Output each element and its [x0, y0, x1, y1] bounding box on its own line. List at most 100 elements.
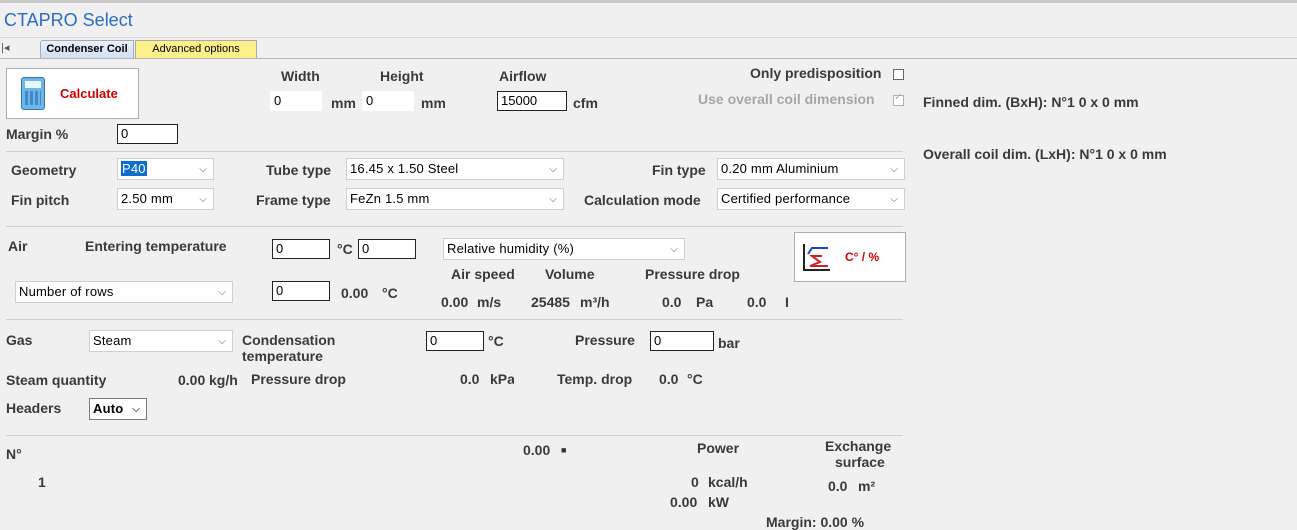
- geometry-label: Geometry: [11, 162, 77, 178]
- overall-dim-text: Overall coil dim. (LxH): N°1 0 x 0 mm: [923, 146, 1167, 162]
- gas-pressure-drop-unit: kPa: [490, 371, 514, 387]
- results-n-value: 1: [38, 474, 46, 490]
- temp-drop-unit: °C: [687, 371, 703, 387]
- calculate-label: Calculate: [60, 86, 118, 101]
- condensation-temp-input[interactable]: 0: [426, 331, 484, 351]
- rows-mode-value: Number of rows: [19, 284, 114, 299]
- calc-mode-select[interactable]: Certified performance ⌵: [717, 188, 905, 210]
- gas-pressure-drop-value: 0.0: [460, 371, 480, 387]
- fin-type-select[interactable]: 0.20 mm Aluminium ⌵: [717, 158, 905, 180]
- fin-type-label: Fin type: [652, 162, 706, 178]
- results-mid-unit: ■: [561, 445, 567, 455]
- section-divider: [6, 435, 903, 436]
- exchange-surface-label-2: surface: [835, 454, 885, 470]
- section-divider: [6, 151, 903, 152]
- leaving-temp-unit: °C: [382, 285, 398, 301]
- power-kw-value: 0.00: [670, 494, 698, 510]
- humidity-mode-select[interactable]: Relative humidity (%) ⌵: [443, 238, 685, 260]
- chevron-down-icon: ⌵: [132, 404, 140, 415]
- window-top-border: [0, 0, 1297, 3]
- tube-type-label: Tube type: [266, 162, 332, 178]
- margin-label: Margin %: [6, 126, 69, 142]
- rows-input[interactable]: 0: [272, 281, 330, 301]
- calc-mode-value: Certified performance: [721, 191, 851, 206]
- only-predisposition-label: Only predisposition: [750, 65, 882, 81]
- air-label: Air: [8, 238, 28, 254]
- only-predisposition-checkbox[interactable]: [893, 69, 904, 80]
- entering-temp-input[interactable]: 0: [272, 239, 330, 259]
- chevron-down-icon: ⌵: [199, 164, 207, 175]
- frame-type-select[interactable]: FeZn 1.5 mm ⌵: [346, 188, 564, 210]
- height-label: Height: [380, 68, 424, 84]
- chevron-down-icon: ⌵: [549, 194, 557, 205]
- headers-value: Auto: [93, 401, 124, 416]
- width-input[interactable]: 0: [270, 91, 322, 111]
- condensation-temp-label-2: temperature: [242, 348, 323, 364]
- tab-advanced-options[interactable]: Advanced options: [135, 40, 257, 58]
- entering-temp-unit: °C: [337, 241, 353, 257]
- gas-select[interactable]: Steam ⌵: [89, 330, 233, 352]
- tab-condenser-coil[interactable]: Condenser Coil: [40, 40, 134, 58]
- tab-scroll-first-icon[interactable]: |◂: [1, 41, 9, 54]
- calculate-button[interactable]: Calculate: [6, 68, 139, 119]
- airflow-input[interactable]: 15000: [497, 91, 567, 111]
- headers-label: Headers: [6, 400, 62, 416]
- frame-type-value: FeZn 1.5 mm: [350, 191, 430, 206]
- chevron-down-icon: ⌵: [199, 194, 207, 205]
- finned-dim-text: Finned dim. (BxH): N°1 0 x 0 mm: [923, 94, 1139, 110]
- rows-mode-select[interactable]: Number of rows ⌵: [15, 281, 233, 303]
- humidity-input[interactable]: 0: [358, 239, 416, 259]
- use-overall-checkbox: [893, 92, 904, 106]
- fin-pitch-label: Fin pitch: [11, 192, 70, 208]
- air-pressure-drop-unit: Pa: [696, 294, 714, 310]
- use-overall-label: Use overall coil dimension: [698, 91, 875, 107]
- temp-drop-value: 0.0: [659, 371, 679, 387]
- leaving-temp-value: 0.00: [341, 285, 369, 301]
- air-pressure-drop-value-2: 0.0: [747, 294, 767, 310]
- calc-mode-label: Calculation mode: [584, 192, 701, 208]
- power-kcal-value: 0: [691, 474, 699, 490]
- volume-value: 25485: [531, 294, 570, 310]
- temp-drop-label: Temp. drop: [557, 371, 633, 387]
- margin-input[interactable]: 0: [117, 124, 178, 144]
- section-divider: [6, 226, 903, 227]
- pressure-input[interactable]: 0: [650, 331, 714, 351]
- humidity-mode-value: Relative humidity (%): [447, 241, 575, 256]
- exchange-surface-unit: m²: [858, 478, 876, 494]
- units-toggle-label: C° / %: [845, 250, 880, 264]
- air-pressure-drop-unit-2: I: [785, 294, 789, 310]
- height-input[interactable]: 0: [362, 91, 414, 111]
- chevron-down-icon: ⌵: [218, 336, 226, 347]
- calculator-icon: [21, 77, 45, 110]
- exchange-surface-label-1: Exchange: [825, 438, 892, 454]
- temperature-chart-icon: [803, 244, 830, 271]
- air-pressure-drop-label: Pressure drop: [645, 266, 740, 282]
- tube-type-select[interactable]: 16.45 x 1.50 Steel ⌵: [346, 158, 564, 180]
- width-label: Width: [281, 68, 320, 84]
- steam-quantity-label: Steam quantity: [6, 372, 107, 388]
- volume-label: Volume: [545, 266, 595, 282]
- units-toggle-button[interactable]: C° / %: [794, 232, 906, 282]
- geometry-value: P40: [121, 161, 147, 176]
- chevron-down-icon: ⌵: [890, 164, 898, 175]
- geometry-select[interactable]: P40 ⌵: [117, 158, 214, 180]
- power-kcal-unit: kcal/h: [708, 474, 748, 490]
- entering-temp-label: Entering temperature: [85, 238, 227, 254]
- app-title: CTAPRO Select: [4, 10, 133, 30]
- gas-pressure-drop-label: Pressure drop: [251, 371, 346, 387]
- air-speed-value: 0.00: [441, 294, 469, 310]
- air-pressure-drop-value: 0.0: [662, 294, 682, 310]
- headers-select[interactable]: Auto ⌵: [89, 398, 147, 420]
- exchange-surface-value: 0.0: [828, 478, 848, 494]
- gas-label: Gas: [6, 332, 33, 348]
- fin-pitch-select[interactable]: 2.50 mm ⌵: [117, 188, 214, 210]
- steam-quantity-value: 0.00: [178, 372, 206, 388]
- steam-quantity-unit: kg/h: [209, 372, 238, 388]
- results-mid-value: 0.00: [523, 442, 551, 458]
- volume-unit: m³/h: [580, 294, 610, 310]
- condensation-temp-unit: °C: [488, 333, 504, 349]
- air-speed-label: Air speed: [451, 266, 515, 282]
- title-divider: [0, 37, 1297, 38]
- section-divider: [6, 319, 903, 320]
- airflow-unit: cfm: [573, 95, 598, 111]
